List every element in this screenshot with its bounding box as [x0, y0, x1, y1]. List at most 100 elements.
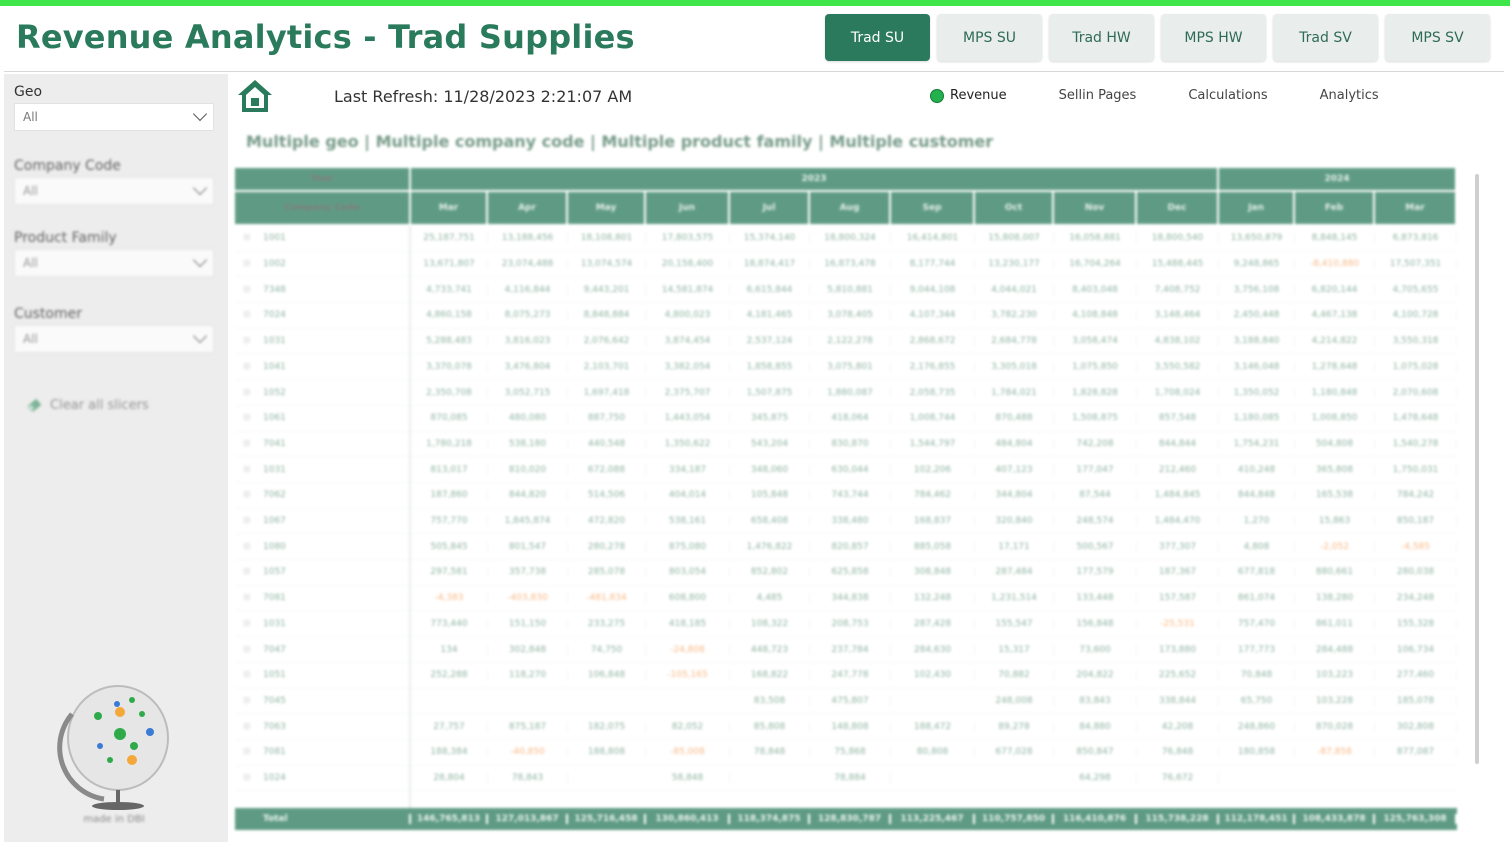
matrix-month-header[interactable]: Oct — [975, 192, 1054, 224]
revenue-matrix[interactable]: Year 2023 2024 Company Code Mar Apr May Jun Jul A… — [235, 168, 1463, 832]
expand-icon[interactable]: ⊞ — [243, 413, 251, 423]
expand-icon[interactable]: ⊞ — [243, 310, 251, 320]
nav-button-trad-hw[interactable]: Trad HW — [1049, 14, 1154, 61]
table-cell: 148,808 — [810, 721, 891, 732]
expand-icon[interactable]: ⊞ — [243, 670, 251, 680]
table-row[interactable]: ⊞ 1031 813,017 810,020 672,088 334,187 348,060… — [235, 457, 1457, 483]
table-cell: 2,684,778 — [975, 336, 1054, 347]
page-tab-revenue[interactable]: Revenue — [930, 88, 1007, 103]
expand-icon[interactable]: ⊞ — [243, 388, 251, 398]
expand-icon[interactable]: ⊞ — [243, 285, 251, 295]
nav-button-trad-su[interactable]: Trad SU — [825, 14, 930, 61]
expand-icon[interactable]: ⊞ — [243, 542, 251, 552]
table-row[interactable]: ⊞ 1080 505,845 801,547 280,278 875,080 1,476,8… — [235, 534, 1457, 561]
slicer-company-code-dropdown[interactable]: All — [14, 177, 214, 205]
table-row[interactable]: ⊞ 7081 -4,383 -403,830 -481,834 608,800 4,485 3… — [235, 586, 1457, 612]
table-cell: -4,585 — [1375, 541, 1457, 552]
nav-button-mps-su[interactable]: MPS SU — [937, 14, 1042, 61]
table-row[interactable]: ⊞ 1001 25,187,751 13,188,456 18,108,801 17,80… — [235, 226, 1457, 252]
table-cell: 13,230,177 — [975, 259, 1054, 270]
slicer-product-family-dropdown[interactable]: All — [14, 249, 214, 277]
expand-icon[interactable]: ⊞ — [243, 567, 251, 577]
table-row[interactable]: ⊞ 1061 870,085 480,080 887,750 1,443,054 345,8… — [235, 406, 1457, 432]
table-cell: 3,550,582 — [1137, 361, 1219, 372]
table-cell: 75,868 — [810, 747, 891, 758]
table-cell: 1,443,054 — [646, 413, 730, 424]
table-cell: 677,818 — [1219, 567, 1295, 578]
total-cell: 108,433,878 — [1295, 814, 1375, 824]
matrix-month-header[interactable]: Dec — [1137, 192, 1219, 224]
page-tab-sellin-pages[interactable]: Sellin Pages — [1059, 88, 1137, 103]
table-row[interactable]: ⊞ 7047 134 302,848 74,750 -24,808 448,723 237,7… — [235, 637, 1457, 663]
table-row[interactable]: ⊞ 1067 757,770 1,845,874 472,820 538,161 658,4… — [235, 509, 1457, 535]
table-cell: 13,074,574 — [568, 259, 646, 270]
table-cell: 348,060 — [730, 464, 810, 475]
matrix-month-header[interactable]: Nov — [1054, 192, 1137, 224]
expand-icon[interactable]: ⊞ — [243, 722, 251, 732]
matrix-month-header[interactable]: Mar — [411, 192, 488, 224]
table-row[interactable]: ⊞ 1051 252,288 118,270 106,848 -105,165 168,82… — [235, 663, 1457, 689]
table-cell: 625,858 — [810, 567, 891, 578]
table-row[interactable]: ⊞ 1024 28,804 78,843 58,848 78,884 64,298 76,67… — [235, 766, 1457, 792]
slicer-customer-label: Customer — [14, 306, 83, 322]
home-icon[interactable] — [236, 78, 274, 114]
table-cell: 187,367 — [1137, 567, 1219, 578]
expand-icon[interactable]: ⊞ — [243, 490, 251, 500]
expand-icon[interactable]: ⊞ — [243, 259, 251, 269]
page-tab-analytics[interactable]: Analytics — [1320, 88, 1379, 103]
table-row[interactable]: ⊞ 1031 773,440 151,150 233,275 418,185 108,322… — [235, 612, 1457, 638]
expand-icon[interactable]: ⊞ — [243, 645, 251, 655]
table-cell: 418,064 — [810, 413, 891, 424]
table-row[interactable]: ⊞ 1002 13,671,807 23,074,488 13,074,574 20,15… — [235, 252, 1457, 278]
matrix-month-header[interactable]: Aug — [810, 192, 891, 224]
matrix-month-header[interactable]: Mar — [1375, 192, 1457, 224]
expand-icon[interactable]: ⊞ — [243, 465, 251, 475]
matrix-row-header[interactable]: Company Code — [235, 192, 411, 224]
table-row[interactable]: ⊞ 7024 4,860,158 8,075,273 8,848,884 4,800,02… — [235, 303, 1457, 329]
matrix-month-header[interactable]: Jul — [730, 192, 810, 224]
nav-button-trad-sv[interactable]: Trad SV — [1273, 14, 1378, 61]
slicer-geo-dropdown[interactable]: All — [14, 103, 214, 131]
matrix-month-header[interactable]: Feb — [1295, 192, 1375, 224]
matrix-scrollbar[interactable] — [1475, 174, 1479, 764]
table-row[interactable]: ⊞ 7081 188,384 -40,850 188,808 -85,008 78,848 7… — [235, 740, 1457, 766]
page-tab-calculations[interactable]: Calculations — [1188, 88, 1267, 103]
expand-icon[interactable]: ⊞ — [243, 233, 251, 243]
slicer-customer-dropdown[interactable]: All — [14, 325, 214, 353]
matrix-month-header[interactable]: Jun — [646, 192, 730, 224]
table-cell: 133,448 — [1054, 593, 1137, 604]
table-row[interactable]: ⊞ 1041 3,370,078 3,476,804 2,103,701 3,382,05… — [235, 355, 1457, 381]
logo-caption: made in DBI — [83, 814, 145, 825]
clear-slicers-button[interactable]: Clear all slicers — [26, 396, 149, 414]
nav-button-mps-hw[interactable]: MPS HW — [1161, 14, 1266, 61]
expand-icon[interactable]: ⊞ — [243, 773, 251, 783]
matrix-year-2024[interactable]: 2024 — [1219, 168, 1457, 190]
table-row[interactable]: ⊞ 1031 5,288,483 3,816,023 2,076,642 3,874,45… — [235, 329, 1457, 355]
nav-button-mps-sv[interactable]: MPS SV — [1385, 14, 1490, 61]
table-cell: 248,860 — [1219, 721, 1295, 732]
matrix-year-header: Year — [235, 168, 411, 190]
expand-icon[interactable]: ⊞ — [243, 747, 251, 757]
table-cell: 83,843 — [1054, 695, 1137, 706]
table-cell: 302,848 — [488, 644, 568, 655]
table-row[interactable]: ⊞ 7045 83,508 475,807 248,008 83,843 338,844 65… — [235, 689, 1457, 715]
expand-icon[interactable]: ⊞ — [243, 336, 251, 346]
table-row[interactable]: ⊞ 7348 4,733,741 4,116,844 9,443,201 14,581,8… — [235, 277, 1457, 304]
expand-icon[interactable]: ⊞ — [243, 696, 251, 706]
table-cell: 810,020 — [488, 464, 568, 475]
table-row[interactable]: ⊞ 1052 2,350,708 3,052,715 1,697,418 2,375,70… — [235, 380, 1457, 406]
table-row[interactable]: ⊞ 1057 297,581 357,738 285,078 803,054 852,802… — [235, 560, 1457, 586]
matrix-month-header[interactable]: Apr — [488, 192, 568, 224]
expand-icon[interactable]: ⊞ — [243, 619, 251, 629]
matrix-month-header[interactable]: May — [568, 192, 646, 224]
expand-icon[interactable]: ⊞ — [243, 362, 251, 372]
table-row[interactable]: ⊞ 7041 1,780,218 538,180 440,548 1,350,622 543… — [235, 432, 1457, 458]
table-row[interactable]: ⊞ 7062 187,860 844,820 514,506 404,014 105,848… — [235, 483, 1457, 509]
expand-icon[interactable]: ⊞ — [243, 516, 251, 526]
matrix-month-header[interactable]: Sep — [891, 192, 975, 224]
table-row[interactable]: ⊞ 7063 27,757 875,187 182,075 82,052 85,808 148… — [235, 714, 1457, 740]
expand-icon[interactable]: ⊞ — [243, 439, 251, 449]
matrix-year-2023[interactable]: 2023 — [411, 168, 1219, 190]
matrix-month-header[interactable]: Jan — [1219, 192, 1295, 224]
expand-icon[interactable]: ⊞ — [243, 593, 251, 603]
